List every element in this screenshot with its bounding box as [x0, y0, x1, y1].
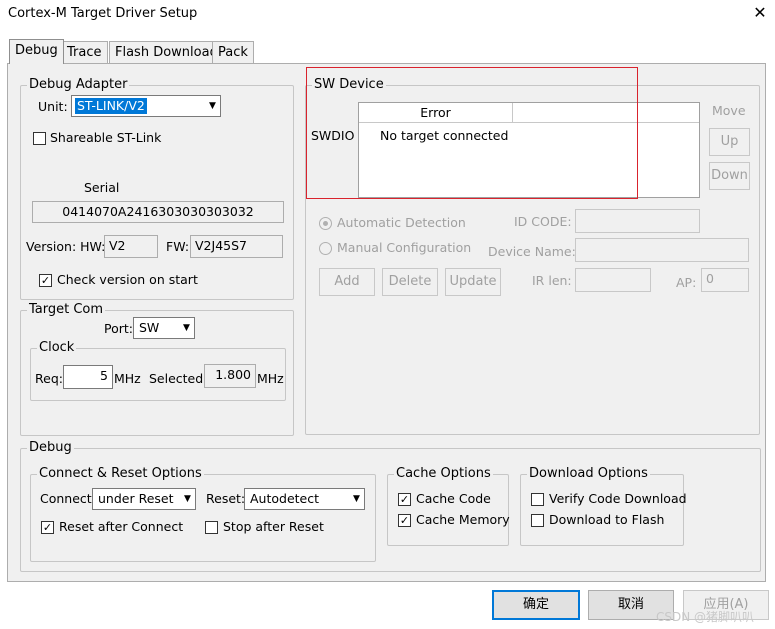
id-code-label: ID CODE: — [514, 214, 572, 229]
move-label: Move — [712, 103, 746, 118]
delete-button[interactable]: Delete — [382, 268, 438, 296]
automatic-detection-label: Automatic Detection — [337, 215, 466, 230]
automatic-detection-radio[interactable] — [319, 217, 332, 230]
chevron-down-icon[interactable]: ▼ — [204, 96, 220, 116]
debug-adapter-group: Debug Adapter — [20, 77, 294, 300]
port-select-value: SW — [139, 320, 160, 335]
chevron-down-icon[interactable]: ▼ — [179, 489, 195, 509]
add-button[interactable]: Add — [319, 268, 375, 296]
debug-adapter-legend: Debug Adapter — [27, 77, 130, 92]
connect-select[interactable]: under Reset ▼ — [92, 488, 196, 510]
port-select[interactable]: SW ▼ — [133, 317, 195, 339]
serial-label: Serial — [84, 180, 120, 195]
cache-options-legend: Cache Options — [394, 466, 493, 481]
check-version-label: Check version on start — [57, 272, 198, 287]
manual-configuration-radio[interactable] — [319, 242, 332, 255]
download-options-legend: Download Options — [527, 466, 650, 481]
move-up-button[interactable]: Up — [709, 128, 750, 156]
tab-trace[interactable]: Trace — [61, 41, 108, 63]
unit-label: Unit: — [38, 99, 68, 114]
req-input[interactable]: 5 — [63, 365, 113, 389]
stop-after-reset-checkbox[interactable] — [205, 521, 218, 534]
connect-reset-legend: Connect & Reset Options — [37, 466, 204, 481]
req-unit-label: MHz — [114, 371, 141, 386]
port-label: Port: — [104, 321, 133, 336]
target-com-legend: Target Com — [27, 302, 106, 317]
stop-after-reset-label: Stop after Reset — [223, 519, 324, 534]
cache-memory-label: Cache Memory — [416, 512, 510, 527]
tab-debug[interactable]: Debug — [9, 39, 64, 64]
reset-select[interactable]: Autodetect ▼ — [244, 488, 365, 510]
req-label: Req: — [35, 371, 63, 386]
cache-memory-checkbox[interactable]: ✓ — [398, 514, 411, 527]
ir-len-label: IR len: — [532, 273, 572, 288]
chevron-down-icon[interactable]: ▼ — [178, 318, 194, 338]
cache-options-group: Cache Options — [387, 466, 509, 546]
highlight-box — [306, 67, 638, 199]
tab-flash-download[interactable]: Flash Download — [109, 41, 224, 63]
download-options-group: Download Options — [520, 466, 684, 546]
id-code-field — [575, 209, 700, 233]
version-hw-label: Version: HW: — [26, 239, 106, 254]
update-button[interactable]: Update — [445, 268, 501, 296]
connect-label: Connect: — [40, 491, 96, 506]
verify-code-download-label: Verify Code Download — [549, 491, 687, 506]
verify-code-download-checkbox[interactable] — [531, 493, 544, 506]
connect-select-value: under Reset — [98, 491, 174, 506]
device-name-label: Device Name: — [488, 244, 576, 259]
selected-clock-field: 1.800 — [204, 364, 256, 388]
device-name-field — [575, 238, 749, 262]
ir-len-field — [575, 268, 651, 292]
tab-pack[interactable]: Pack — [212, 41, 254, 63]
clock-legend: Clock — [37, 340, 77, 355]
ap-field: 0 — [701, 268, 749, 292]
download-to-flash-checkbox[interactable] — [531, 514, 544, 527]
shareable-label: Shareable ST-Link — [50, 130, 162, 145]
check-version-checkbox[interactable]: ✓ — [39, 274, 52, 287]
cache-code-checkbox[interactable]: ✓ — [398, 493, 411, 506]
hw-version-field: V2 — [104, 235, 158, 258]
close-icon[interactable]: ✕ — [748, 3, 772, 25]
ok-button[interactable]: 确定 — [492, 590, 580, 620]
unit-select[interactable]: ST-LINK/V2 ▼ — [71, 95, 221, 117]
ap-label: AP: — [676, 275, 697, 290]
watermark: CSDN @猪脚叭叭 — [656, 610, 755, 624]
reset-select-value: Autodetect — [250, 491, 320, 506]
fw-label: FW: — [166, 239, 190, 254]
chevron-down-icon[interactable]: ▼ — [348, 489, 364, 509]
move-down-button[interactable]: Down — [709, 162, 750, 190]
reset-after-connect-label: Reset after Connect — [59, 519, 184, 534]
debug-legend: Debug — [27, 440, 74, 455]
download-to-flash-label: Download to Flash — [549, 512, 665, 527]
selected-unit-label: MHz — [257, 371, 284, 386]
selected-label: Selected: — [149, 371, 208, 386]
window-title: Cortex-M Target Driver Setup — [8, 6, 198, 21]
manual-configuration-label: Manual Configuration — [337, 240, 472, 255]
cache-code-label: Cache Code — [416, 491, 491, 506]
fw-version-field: V2J45S7 — [190, 235, 283, 258]
unit-select-value: ST-LINK/V2 — [75, 98, 147, 114]
serial-field: 0414070A2416303030303032 — [32, 201, 284, 223]
shareable-checkbox[interactable] — [33, 132, 46, 145]
reset-after-connect-checkbox[interactable]: ✓ — [41, 521, 54, 534]
reset-label: Reset: — [206, 491, 246, 506]
